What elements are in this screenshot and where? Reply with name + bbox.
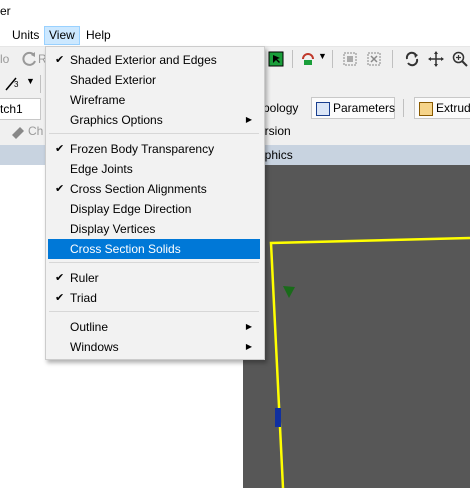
menu-item-display-vertices[interactable]: Display Vertices: [48, 219, 260, 239]
menu-item-ruler[interactable]: ✔ Ruler: [48, 268, 260, 288]
toolbar-separator: [392, 50, 393, 68]
menu-separator: [49, 311, 259, 312]
rotate-icon[interactable]: [404, 51, 420, 67]
viewport-canvas: [269, 236, 470, 488]
menu-item-frozen-body-transparency[interactable]: ✔ Frozen Body Transparency: [48, 139, 260, 159]
extrude-icon: [419, 101, 433, 116]
pan-icon[interactable]: [428, 51, 444, 67]
menu-item-triad[interactable]: ✔ Triad: [48, 288, 260, 308]
submenu-arrow-icon: ▶: [245, 115, 252, 124]
chevron-down-icon[interactable]: ▼: [318, 51, 327, 61]
toolbar-separator: [332, 50, 333, 68]
check-icon: ✔: [55, 143, 65, 155]
menu-item-outline[interactable]: Outline ▶: [48, 317, 260, 337]
topology-label[interactable]: pology: [263, 101, 298, 115]
menu-view[interactable]: View: [44, 26, 80, 45]
extrude-button[interactable]: Extrud: [414, 97, 470, 119]
menu-help[interactable]: Help: [82, 27, 115, 44]
toolbar-separator: [403, 99, 404, 117]
box-zoom-icon[interactable]: [366, 51, 382, 67]
submenu-arrow-icon: ▶: [245, 322, 252, 331]
view-menu-dropdown: ✔ Shaded Exterior and Edges Shaded Exteri…: [45, 46, 265, 360]
menu-item-cross-section-alignments[interactable]: ✔ Cross Section Alignments: [48, 179, 260, 199]
rotate-select-icon[interactable]: [300, 51, 316, 67]
toolbar-separator: [292, 50, 293, 68]
menu-item-display-edge-direction[interactable]: Display Edge Direction: [48, 199, 260, 219]
menu-item-wireframe[interactable]: Wireframe: [48, 90, 260, 110]
menu-item-cross-section-solids[interactable]: Cross Section Solids: [48, 239, 260, 259]
cross-section-outline: [269, 236, 470, 488]
parameters-button[interactable]: Parameters: [311, 97, 395, 119]
sketch-selector[interactable]: tch1: [0, 98, 41, 120]
check-icon: ✔: [55, 183, 65, 195]
menu-item-shaded-exterior-and-edges[interactable]: ✔ Shaded Exterior and Edges: [48, 50, 260, 70]
menu-units[interactable]: Units: [8, 27, 43, 44]
undo-label-partial[interactable]: lo: [0, 52, 9, 66]
zoom-icon[interactable]: [452, 51, 468, 67]
check-icon: ✔: [55, 292, 65, 304]
chevron-down-icon[interactable]: ▼: [26, 76, 35, 86]
redo-icon[interactable]: [22, 51, 38, 67]
menu-item-graphics-options[interactable]: Graphics Options ▶: [48, 110, 260, 130]
blue-marker: [275, 408, 281, 427]
title-bar: er: [0, 0, 470, 24]
green-arrow-marker: [283, 286, 295, 298]
dimension-count: 3: [14, 80, 19, 89]
select-body-icon[interactable]: [268, 51, 284, 67]
toolbar-separator: [40, 75, 41, 93]
menu-separator: [49, 133, 259, 134]
parameters-icon: [316, 101, 330, 116]
menu-bar: Units View Help: [0, 24, 470, 47]
menu-separator: [49, 262, 259, 263]
window-title: er: [0, 4, 11, 18]
box-select-icon[interactable]: [342, 51, 358, 67]
chamfer-icon[interactable]: [10, 123, 26, 139]
menu-item-windows[interactable]: Windows ▶: [48, 337, 260, 357]
menu-item-edge-joints[interactable]: Edge Joints: [48, 159, 260, 179]
menu-item-shaded-exterior[interactable]: Shaded Exterior: [48, 70, 260, 90]
check-icon: ✔: [55, 54, 65, 66]
graphics-viewport[interactable]: [243, 165, 470, 488]
submenu-arrow-icon: ▶: [245, 342, 252, 351]
check-icon: ✔: [55, 272, 65, 284]
chamfer-label-partial[interactable]: Ch: [28, 124, 43, 138]
